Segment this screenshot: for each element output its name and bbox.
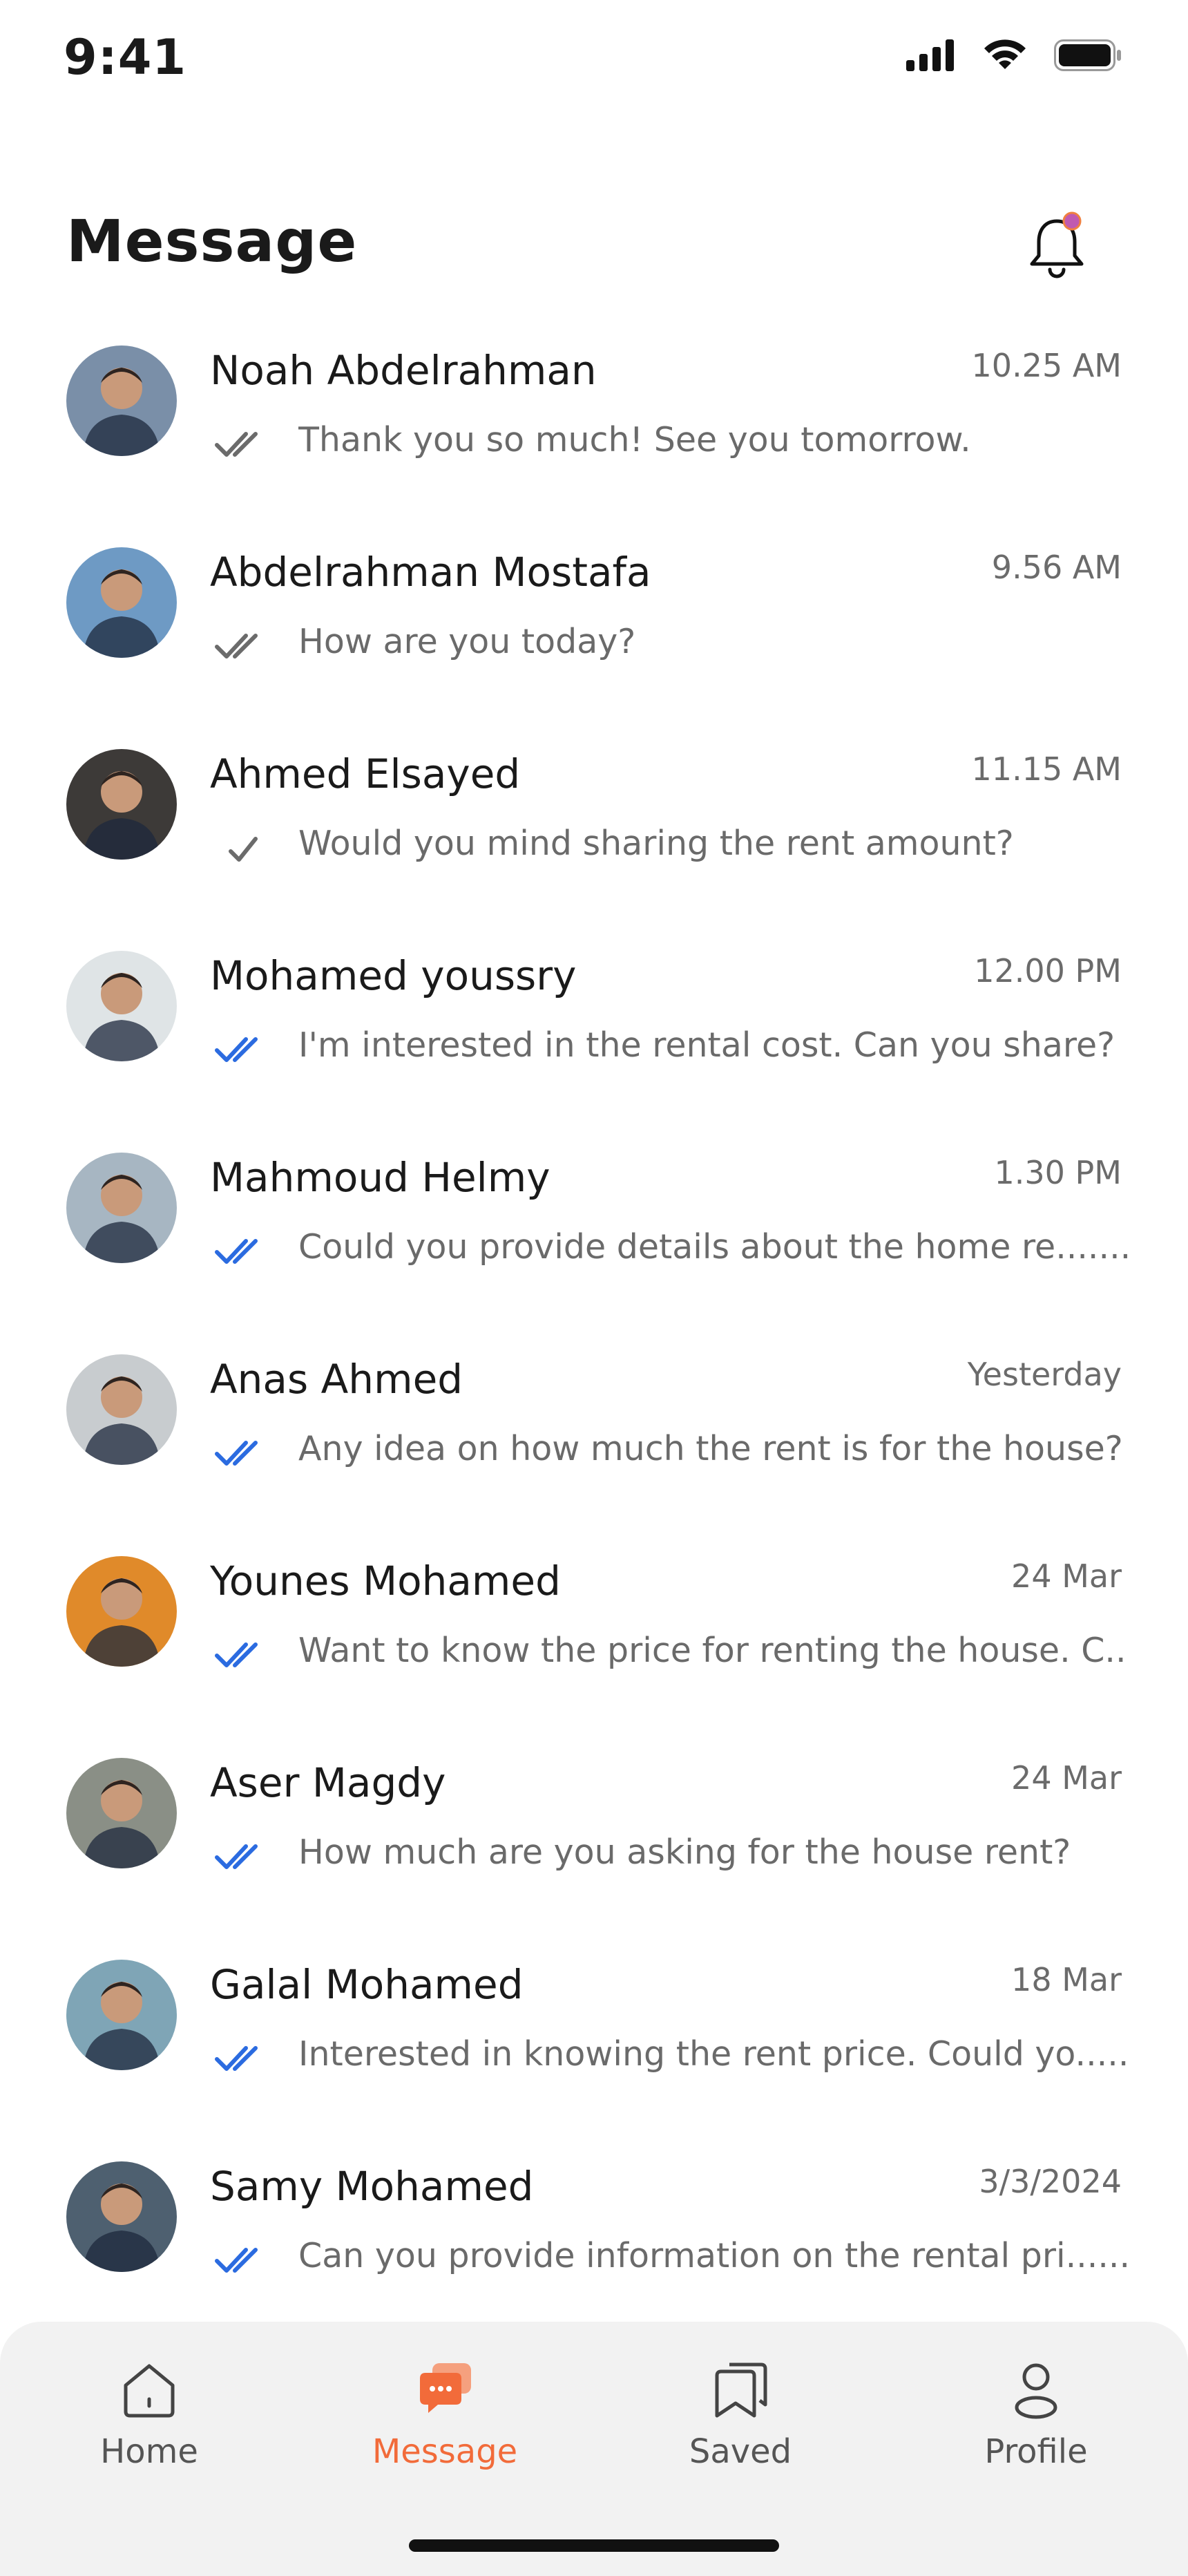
message-preview: How much are you asking for the house re… xyxy=(298,1832,1071,1872)
conversation-row[interactable]: Mohamed youssry 12.00 PM I'm interested in… xyxy=(0,937,1188,1139)
message-time: 9.56 AM xyxy=(991,549,1122,586)
conversation-row[interactable]: Abdelrahman Mostafa 9.56 AM How are you to… xyxy=(0,533,1188,735)
home-icon xyxy=(124,2364,175,2418)
double-check-icon xyxy=(210,1832,274,1877)
tab-profile[interactable]: Profile xyxy=(946,2356,1126,2471)
avatar[interactable] xyxy=(66,1354,177,1465)
contact-name: Mohamed youssry xyxy=(210,952,577,999)
message-preview: Could you provide details about the home… xyxy=(298,1227,1127,1267)
status-bar: 9:41 xyxy=(0,0,1188,117)
conversation-row[interactable]: Younes Mohamed 24 Mar Want to know the pri… xyxy=(0,1542,1188,1744)
tab-profile-label: Profile xyxy=(984,2432,1088,2471)
avatar[interactable] xyxy=(66,547,177,658)
message-preview: Want to know the price for renting the h… xyxy=(298,1631,1127,1670)
conversation-row[interactable]: Galal Mohamed 18 Mar Interested in knowing… xyxy=(0,1946,1188,2148)
saved-icon xyxy=(715,2362,767,2418)
contact-name: Anas Ahmed xyxy=(210,1356,463,1403)
double-check-icon xyxy=(210,1025,274,1070)
message-time: 12.00 PM xyxy=(974,952,1122,989)
avatar[interactable] xyxy=(66,749,177,860)
message-time: 10.25 AM xyxy=(971,347,1122,384)
contact-name: Samy Mohamed xyxy=(210,2163,534,2210)
tab-saved-label: Saved xyxy=(689,2432,792,2471)
avatar[interactable] xyxy=(66,1556,177,1667)
cellular-signal-icon xyxy=(906,39,954,71)
double-check-icon xyxy=(210,2236,274,2280)
contact-name: Mahmoud Helmy xyxy=(210,1154,550,1201)
conversation-row[interactable]: Samy Mohamed 3/3/2024 Can you provide info… xyxy=(0,2148,1188,2349)
contact-name: Galal Mohamed xyxy=(210,1961,524,2008)
contact-name: Aser Magdy xyxy=(210,1759,446,1806)
message-time: 24 Mar xyxy=(1011,1759,1122,1797)
conversation-row[interactable]: Ahmed Elsayed 11.15 AM Would you mind shar… xyxy=(0,735,1188,937)
avatar[interactable] xyxy=(66,1758,177,1868)
message-preview: Would you mind sharing the rent amount? xyxy=(298,824,1014,863)
avatar[interactable] xyxy=(66,951,177,1061)
status-time: 9:41 xyxy=(64,29,187,86)
message-preview: I'm interested in the rental cost. Can y… xyxy=(298,1025,1115,1065)
notification-button[interactable] xyxy=(1022,207,1091,283)
message-time: Yesterday xyxy=(967,1356,1122,1393)
tab-message[interactable]: Message xyxy=(355,2356,535,2471)
wifi-icon xyxy=(984,39,1026,69)
bottom-tab-bar: Home Message Saved Profile xyxy=(0,2322,1188,2576)
double-check-icon xyxy=(210,1227,274,1271)
message-time: 18 Mar xyxy=(1011,1961,1122,1998)
conversation-row[interactable]: Anas Ahmed Yesterday Any idea on how much … xyxy=(0,1341,1188,1542)
double-check-icon xyxy=(210,420,274,464)
conversation-row[interactable]: Aser Magdy 24 Mar How much are you asking … xyxy=(0,1744,1188,1946)
contact-name: Ahmed Elsayed xyxy=(210,750,521,797)
message-preview: How are you today? xyxy=(298,622,636,661)
tab-home-label: Home xyxy=(100,2432,198,2471)
avatar[interactable] xyxy=(66,1960,177,2070)
bell-icon xyxy=(1030,211,1084,278)
avatar[interactable] xyxy=(66,345,177,456)
tab-message-label: Message xyxy=(372,2432,518,2471)
status-icons xyxy=(906,39,1122,72)
message-preview: Interested in knowing the rent price. Co… xyxy=(298,2034,1127,2074)
message-preview: Any idea on how much the rent is for the… xyxy=(298,1429,1123,1468)
message-preview: Can you provide information on the renta… xyxy=(298,2236,1127,2275)
profile-icon xyxy=(1015,2363,1057,2419)
home-indicator xyxy=(409,2539,779,2552)
avatar[interactable] xyxy=(66,1153,177,1263)
contact-name: Noah Abdelrahman xyxy=(210,347,597,394)
contact-name: Abdelrahman Mostafa xyxy=(210,549,651,596)
contact-name: Younes Mohamed xyxy=(210,1557,561,1604)
page-title: Message xyxy=(66,207,358,275)
avatar[interactable] xyxy=(66,2161,177,2272)
message-time: 3/3/2024 xyxy=(979,2163,1122,2200)
message-preview: Thank you so much! See you tomorrow. xyxy=(298,420,971,460)
single-check-icon xyxy=(210,824,274,868)
battery-icon xyxy=(1054,39,1121,71)
conversation-row[interactable]: Mahmoud Helmy 1.30 PM Could you provide de… xyxy=(0,1139,1188,1341)
double-check-icon xyxy=(210,1429,274,1473)
double-check-icon xyxy=(210,622,274,666)
tab-saved[interactable]: Saved xyxy=(651,2356,830,2471)
message-icon xyxy=(420,2363,471,2413)
double-check-icon xyxy=(210,2034,274,2078)
message-time: 1.30 PM xyxy=(994,1154,1122,1191)
conversation-row[interactable]: Noah Abdelrahman 10.25 AM Thank you so muc… xyxy=(0,332,1188,533)
tab-home[interactable]: Home xyxy=(59,2356,239,2471)
double-check-icon xyxy=(210,1631,274,1675)
message-time: 24 Mar xyxy=(1011,1557,1122,1595)
message-time: 11.15 AM xyxy=(971,750,1122,788)
